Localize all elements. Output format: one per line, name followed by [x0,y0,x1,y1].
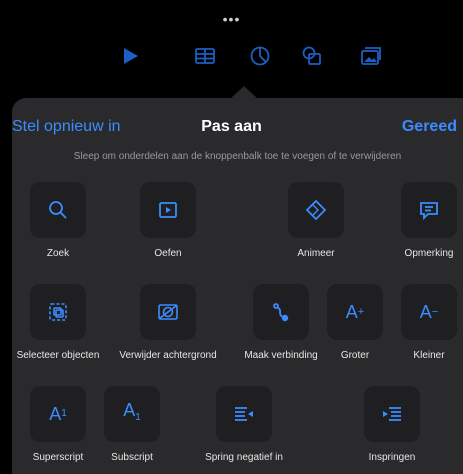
tool-remove-background[interactable] [140,284,196,340]
tool-select-objects[interactable] [30,284,86,340]
font-smaller-icon: A− [419,302,439,322]
tool-select-objects-label: Selecteer objecten [16,350,100,361]
tool-connection-line[interactable] [253,284,309,340]
outdent-icon [232,402,256,426]
tool-comment-label: Opmerking [404,248,454,259]
app-toolbar: ••• [0,0,463,82]
tool-subscript-label: Subscript [111,452,153,463]
tool-rehearse[interactable] [140,182,196,238]
tool-search-label: Zoek [46,248,70,259]
animate-icon [304,198,328,222]
tool-subscript[interactable]: A1 [104,386,160,442]
tool-animate[interactable] [288,182,344,238]
tool-font-smaller[interactable]: A− [401,284,457,340]
remove-background-icon [156,300,180,324]
superscript-icon: A1 [49,404,67,424]
tool-comment[interactable] [401,182,457,238]
tool-outdent-label: Spring negatief in [205,452,283,463]
table-icon[interactable] [193,44,217,68]
comment-icon [417,198,441,222]
panel-header: Stel opnieuw in Pas aan Gereed [12,114,463,142]
chart-icon[interactable] [248,44,272,68]
indent-icon [380,402,404,426]
connection-line-icon [269,300,293,324]
select-objects-icon [46,300,70,324]
media-icon[interactable] [358,44,382,68]
tool-font-bigger[interactable]: A+ [327,284,383,340]
tool-animate-label: Animeer [297,248,335,259]
tool-superscript[interactable]: A1 [30,386,86,442]
tool-rehearse-label: Oefen [154,248,182,259]
tool-remove-background-label: Verwijder achtergrond [119,350,217,361]
font-bigger-icon: A+ [345,302,365,322]
shapes-icon[interactable] [300,44,324,68]
tool-font-smaller-label: Kleiner [413,350,445,361]
tool-outdent[interactable] [216,386,272,442]
subscript-icon: A1 [123,400,141,423]
tool-search[interactable] [30,182,86,238]
search-icon [46,198,70,222]
rehearse-icon [156,198,180,222]
instruction-text: Sleep om onderdelen aan de knoppenbalk t… [73,151,402,162]
play-icon[interactable] [118,44,142,68]
customize-toolbar-screen: ••• Stel opnieuw in Pas aan Gereed Sleep… [0,0,463,474]
panel-title: Pas aan [201,118,262,135]
done-button[interactable]: Gereed [402,118,457,136]
more-indicator[interactable]: ••• [0,12,463,26]
tool-indent-label: Inspringen [368,452,416,463]
tool-indent[interactable] [364,386,420,442]
